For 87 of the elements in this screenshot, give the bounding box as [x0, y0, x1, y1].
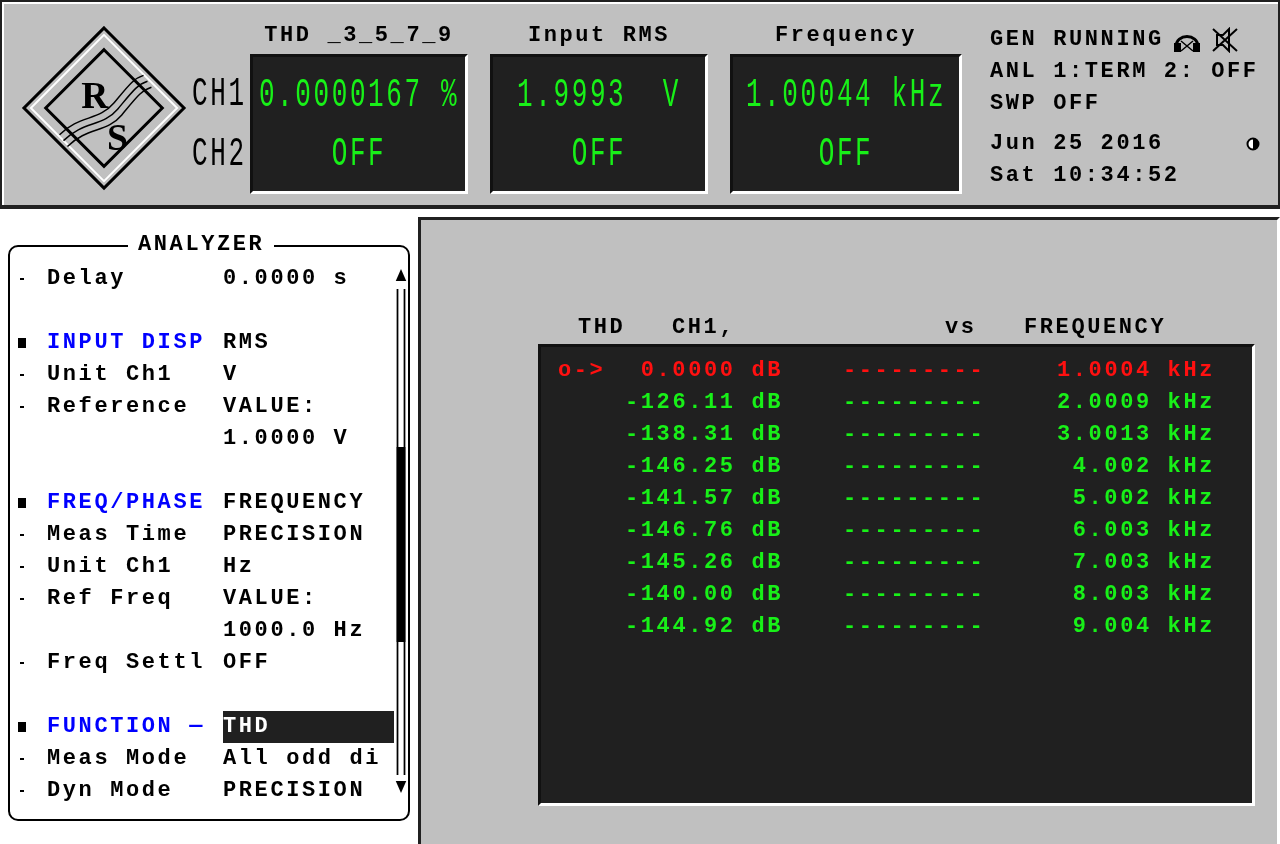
square-bullet-icon — [18, 498, 26, 508]
channel-reading: 0.0000167 % — [258, 71, 460, 118]
table-cell-text: 0.0000 dB — [639, 357, 783, 385]
setting-value[interactable]: 1000.0 Hz — [223, 615, 394, 647]
dash-bullet-icon — [20, 566, 24, 568]
table-cell-text: --------- — [843, 613, 987, 641]
setting-value[interactable]: OFF — [223, 647, 394, 679]
setting-value[interactable]: 0.0000 s — [223, 263, 394, 295]
table-cell-text: -126.11 dB — [623, 389, 783, 417]
table-cell-text: -146.25 dB — [623, 453, 783, 481]
setting-value[interactable]: Hz — [223, 551, 394, 583]
table-cell-text: -144.92 dB — [623, 613, 783, 641]
table-cell-text: 1.0004 kHz — [1055, 357, 1215, 385]
setting-label: Freq Settl — [47, 649, 207, 677]
setting-label: Dyn Mode — [47, 777, 175, 805]
setting-value[interactable]: PRECISION — [223, 775, 394, 807]
table-cell-text: --------- — [843, 357, 987, 385]
dash-bullet-icon — [20, 278, 24, 280]
table-cell-text: 7.003 kHz — [1071, 549, 1215, 577]
channel-reading: OFF — [331, 130, 387, 177]
status-text: GEN RUNNING — [990, 26, 1164, 54]
setting-value[interactable]: THD — [223, 711, 394, 743]
table-cell-text: 9.004 kHz — [1071, 613, 1215, 641]
channel-label: CH2 — [192, 130, 248, 178]
setting-label: Unit Ch1 — [47, 361, 175, 389]
square-bullet-icon — [18, 722, 26, 732]
status-text: ANL 1:TERM 2: OFF — [990, 58, 1260, 86]
dash-bullet-icon — [20, 662, 24, 664]
setting-value[interactable]: RMS — [223, 327, 394, 359]
setting-label: FUNCTION — — [47, 713, 207, 741]
table-cell-text: -138.31 dB — [623, 421, 783, 449]
channel-reading: OFF — [571, 130, 627, 177]
status-text: SWP OFF — [990, 90, 1102, 118]
dash-bullet-icon — [20, 374, 24, 376]
setting-value[interactable]: VALUE: — [223, 391, 394, 423]
dash-bullet-icon — [20, 790, 24, 792]
column-header: THD — [578, 314, 627, 342]
channel-reading: OFF — [818, 130, 874, 177]
table-cell-text: -146.76 dB — [623, 517, 783, 545]
setting-label: Meas Mode — [47, 745, 191, 773]
table-cell-text: -141.57 dB — [623, 485, 783, 513]
square-bullet-icon — [18, 338, 26, 348]
setting-label: Reference — [47, 393, 191, 421]
setting-label: Meas Time — [47, 521, 191, 549]
table-cell-text: --------- — [843, 549, 987, 577]
dash-bullet-icon — [20, 534, 24, 536]
time-text: Sat 10:34:52 — [990, 162, 1181, 190]
setting-label: Ref Freq — [47, 585, 175, 613]
setting-label: Unit Ch1 — [47, 553, 175, 581]
channel-reading: 1.9993 V — [517, 71, 681, 118]
contrast-icon — [1246, 137, 1260, 151]
table-cell-text: --------- — [843, 389, 987, 417]
table-cell-text: --------- — [843, 485, 987, 513]
setting-label: FREQ/PHASE — [47, 489, 207, 517]
table-cell-text: 4.002 kHz — [1071, 453, 1215, 481]
column-header: CH1, — [672, 314, 737, 342]
row-marker: o-> — [558, 358, 606, 383]
column-header: FREQUENCY — [1024, 314, 1167, 342]
setting-value[interactable]: V — [223, 359, 394, 391]
dash-bullet-icon — [20, 598, 24, 600]
setting-value[interactable]: PRECISION — [223, 519, 394, 551]
channel-label: CH1 — [192, 70, 248, 118]
dash-bullet-icon — [20, 406, 24, 408]
table-cell-text: --------- — [843, 421, 987, 449]
setting-value[interactable]: 1.0000 V — [223, 423, 394, 455]
table-cell-text: 2.0009 kHz — [1055, 389, 1215, 417]
table-cell-text: 5.002 kHz — [1071, 485, 1215, 513]
table-cell-text: 3.0013 kHz — [1055, 421, 1215, 449]
display-title: Frequency — [774, 22, 918, 50]
display-title: THD _3_5_7_9 — [264, 22, 454, 50]
table-cell-text: --------- — [843, 517, 987, 545]
table-cell-text: -145.26 dB — [623, 549, 783, 577]
table-cell-text: 8.003 kHz — [1071, 581, 1215, 609]
display-title: Input RMS — [527, 22, 671, 50]
setting-value[interactable]: FREQUENCY — [223, 487, 394, 519]
table-cell-text: -140.00 dB — [623, 581, 783, 609]
date-text: Jun 25 2016 — [990, 130, 1164, 158]
dash-bullet-icon — [20, 758, 24, 760]
setting-label: INPUT DISP — [47, 329, 207, 357]
setting-label: Delay — [47, 265, 127, 293]
channel-reading: 1.00044 kHz — [745, 71, 947, 118]
table-cell-text: 6.003 kHz — [1071, 517, 1215, 545]
column-header: vs — [945, 314, 978, 342]
table-cell-text: --------- — [843, 581, 987, 609]
setting-value[interactable]: All odd di — [223, 743, 394, 775]
setting-value[interactable]: VALUE: — [223, 583, 394, 615]
table-cell-text: --------- — [843, 453, 987, 481]
